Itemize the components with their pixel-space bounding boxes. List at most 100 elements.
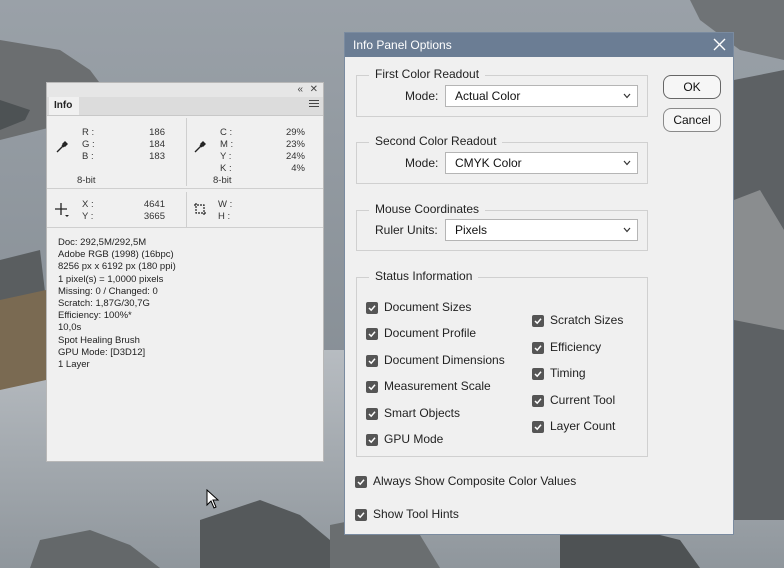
doc-size-line: Doc: 292,5M/292,5M [58,237,147,248]
checkbox-label: Measurement Scale [384,379,491,393]
checkbox-checked[interactable] [532,368,544,380]
checkbox-checked[interactable] [532,395,544,407]
first-mode-value: Actual Color [455,89,521,103]
ruler-units-label: Ruler Units: [375,223,438,237]
g-label: G : [82,139,95,150]
smart-objects-line: Missing: 0 / Changed: 0 [58,285,158,297]
checkbox-label: Show Tool Hints [373,507,459,521]
mouse-cursor-icon [206,489,220,509]
measurement-scale-line: 1 pixel(s) = 1,0000 pixels [58,273,164,285]
h-label: H : [218,211,231,222]
selection-size-icon[interactable] [193,202,207,216]
k-value: 4% [291,163,305,174]
status-information-group: Status Information Document Sizes Docume… [356,269,648,457]
second-mode-select[interactable]: CMYK Color [445,152,638,174]
checkbox-checked[interactable] [366,355,378,367]
g-value: 184 [149,139,165,150]
checkbox-checked[interactable] [355,476,367,488]
checkbox-label: Scratch Sizes [550,313,624,327]
checkbox-label: Document Sizes [384,300,472,314]
doc-dimensions-line: 8256 px x 6192 px (180 ppi) [58,261,176,273]
gpu-mode-line: GPU Mode: [D3D12] [58,346,146,358]
chevron-down-icon [623,227,631,233]
first-mode-label: Mode: [405,89,439,103]
ruler-units-value: Pixels [455,223,488,237]
first-mode-select[interactable]: Actual Color [445,85,638,107]
b-value: 183 [149,151,165,162]
collapse-icon[interactable]: « [297,83,303,97]
y-label: Y : [82,211,94,222]
checkbox-checked[interactable] [532,421,544,433]
timing-line: 10,0s [58,322,82,334]
mouse-coordinates-group: Mouse Coordinates Ruler Units: Pixels [356,202,648,251]
checkbox-checked[interactable] [532,315,544,327]
x-value: 4641 [143,199,165,210]
info-tab-bar: Info [47,97,323,116]
checkbox-checked[interactable] [355,509,367,521]
checkbox-checked[interactable] [532,342,544,354]
chevron-down-icon [623,93,631,99]
checkbox-checked[interactable] [366,302,378,314]
coordinates-readout: X : Y : 4641 3665 W : H : [47,189,323,228]
status-information-title: Status Information [369,269,479,283]
checkbox-label: Current Tool [550,393,616,407]
x-label: X : [82,199,94,210]
m-label: M : [220,139,234,150]
checkbox-label: Document Dimensions [384,353,505,367]
checkbox-checked[interactable] [366,328,378,340]
ok-button[interactable]: OK [663,75,721,99]
r-label: R : [82,127,95,138]
second-color-readout-group: Second Color Readout Mode: CMYK Color [356,134,648,184]
crosshair-icon[interactable] [55,203,69,217]
checkbox-label: Always Show Composite Color Values [373,474,577,488]
checkbox-checked[interactable] [366,434,378,446]
ruler-units-select[interactable]: Pixels [445,219,638,241]
w-label: W : [218,199,233,210]
document-info: Doc: 292,5M/292,5M Adobe RGB (1998) (16b… [58,237,176,371]
first-color-readout-title: First Color Readout [369,67,486,81]
dialog-title-bar: Info Panel Options [345,33,733,57]
panel-menu-icon[interactable] [309,100,319,110]
r-value: 186 [149,127,165,138]
checkbox-checked[interactable] [366,381,378,393]
y-value: 24% [285,151,305,162]
layer-count-line: 1 Layer [58,359,90,371]
info-panel-header: « ✕ [47,83,323,97]
doc-profile-line: Adobe RGB (1998) (16bpc) [58,249,174,261]
eyedropper-icon[interactable] [193,140,207,154]
k-label: K : [220,163,232,174]
checkbox-label: Timing [550,366,586,380]
b-label: B : [82,151,94,162]
checkbox-label: GPU Mode [384,432,444,446]
second-color-readout-title: Second Color Readout [369,134,503,148]
second-mode-label: Mode: [405,156,439,170]
dialog-title: Info Panel Options [353,38,452,52]
checkbox-label: Document Profile [384,326,477,340]
checkbox-label: Smart Objects [384,406,461,420]
coords-divider [186,192,187,228]
info-panel-options-dialog: Info Panel Options First Color Readout M… [344,32,734,535]
second-bitdepth: 8-bit [213,175,232,186]
c-label: C : [220,127,233,138]
chevron-down-icon [623,160,631,166]
color-readouts: R : G : B : 186 184 183 8-bit C : M : Y … [47,116,323,189]
info-panel: « ✕ Info R : G : B : 186 184 183 8-bit C… [46,82,324,462]
checkbox-label: Efficiency [550,340,602,354]
tab-info[interactable]: Info [49,97,79,115]
checkbox-label: Layer Count [550,419,616,433]
readout-divider [186,118,187,186]
close-icon[interactable] [713,38,726,51]
close-icon[interactable]: ✕ [310,83,318,97]
m-value: 23% [285,139,305,150]
current-tool-line: Spot Healing Brush [58,334,140,346]
y-label: Y : [220,151,232,162]
first-color-readout-group: First Color Readout Mode: Actual Color [356,67,648,117]
first-bitdepth: 8-bit [77,175,96,186]
cancel-button[interactable]: Cancel [663,108,721,132]
y-value: 3665 [143,211,165,222]
second-mode-value: CMYK Color [455,156,522,170]
mouse-coordinates-title: Mouse Coordinates [369,202,486,216]
eyedropper-icon[interactable] [55,140,69,154]
checkbox-checked[interactable] [366,408,378,420]
efficiency-line: Efficiency: 100%* [58,310,132,322]
